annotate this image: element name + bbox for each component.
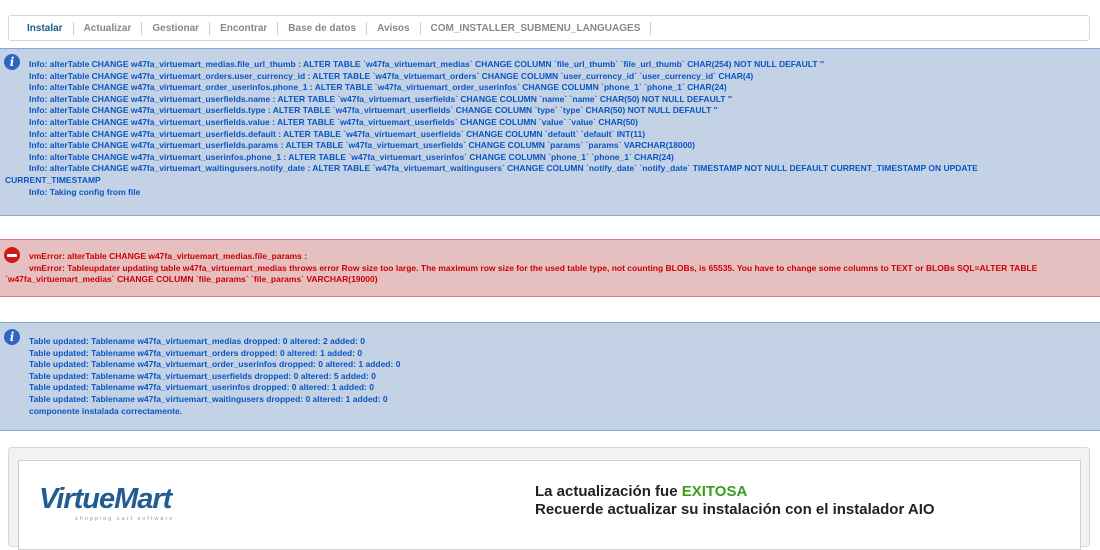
- virtuemart-logo: VirtueMart shopping cart software: [33, 483, 193, 525]
- update-status-line: La actualización fue EXITOSA: [535, 483, 935, 501]
- info-message-box: i Info: alterTable CHANGE w47fa_virtuema…: [0, 48, 1100, 216]
- tab-instalar[interactable]: Instalar: [17, 22, 74, 35]
- table-line: Table updated: Tablename w47fa_virtuemar…: [29, 347, 363, 358]
- tab-actualizar[interactable]: Actualizar: [74, 22, 143, 35]
- table-line: Table updated: Tablename w47fa_virtuemar…: [29, 336, 365, 346]
- tab-gestionar[interactable]: Gestionar: [142, 22, 211, 35]
- update-status-value: EXITOSA: [681, 483, 748, 500]
- info-line: Info: alterTable CHANGE w47fa_virtuemart…: [29, 116, 638, 127]
- table-message-box: i Table updated: Tablename w47fa_virtuem…: [0, 322, 1100, 431]
- info-line: Info: alterTable CHANGE w47fa_virtuemart…: [29, 93, 732, 104]
- info-line: Info: Taking config from file: [29, 186, 141, 197]
- tab-base-de-datos[interactable]: Base de datos: [278, 22, 368, 35]
- error-line: vmError: Tableupdater updating table w47…: [5, 262, 1038, 285]
- submenu-bar: Instalar Actualizar Gestionar Encontrar …: [8, 15, 1090, 41]
- logo-text: VirtueMart: [39, 483, 172, 515]
- tab-languages[interactable]: COM_INSTALLER_SUBMENU_LANGUAGES: [421, 22, 652, 35]
- info-line: Info: alterTable CHANGE w47fa_virtuemart…: [5, 163, 978, 185]
- result-panel: VirtueMart shopping cart software La act…: [8, 447, 1090, 550]
- table-line: componente instalada correctamente.: [29, 405, 183, 416]
- result-panel-inner: VirtueMart shopping cart software La act…: [18, 460, 1081, 550]
- info-line: Info: alterTable CHANGE w47fa_virtuemart…: [29, 140, 695, 151]
- update-status-prefix: La actualización fue: [535, 483, 682, 500]
- submenu-tabs: Instalar Actualizar Gestionar Encontrar …: [17, 22, 652, 35]
- info-line: Info: alterTable CHANGE w47fa_virtuemart…: [29, 82, 727, 93]
- tab-encontrar[interactable]: Encontrar: [210, 22, 279, 35]
- info-line: Info: alterTable CHANGE w47fa_virtuemart…: [29, 151, 674, 162]
- info-line: Info: alterTable CHANGE w47fa_virtuemart…: [29, 70, 754, 81]
- table-line: Table updated: Tablename w47fa_virtuemar…: [29, 359, 401, 370]
- update-result: La actualización fue EXITOSA Recuerde ac…: [535, 483, 935, 519]
- info-line: Info: alterTable CHANGE w47fa_virtuemart…: [29, 59, 824, 69]
- table-line: Table updated: Tablename w47fa_virtuemar…: [29, 370, 376, 381]
- table-line: Table updated: Tablename w47fa_virtuemar…: [29, 382, 374, 393]
- logo-subtitle: shopping cart software: [75, 516, 175, 522]
- info-line: Info: alterTable CHANGE w47fa_virtuemart…: [29, 105, 718, 116]
- tab-avisos[interactable]: Avisos: [367, 22, 421, 35]
- info-line: Info: alterTable CHANGE w47fa_virtuemart…: [29, 128, 646, 139]
- update-reminder: Recuerde actualizar su instalación con e…: [535, 501, 935, 518]
- table-line: Table updated: Tablename w47fa_virtuemar…: [29, 393, 388, 404]
- error-message-box: vmError: alterTable CHANGE w47fa_virtuem…: [0, 239, 1100, 297]
- error-line: vmError: alterTable CHANGE w47fa_virtuem…: [29, 251, 308, 261]
